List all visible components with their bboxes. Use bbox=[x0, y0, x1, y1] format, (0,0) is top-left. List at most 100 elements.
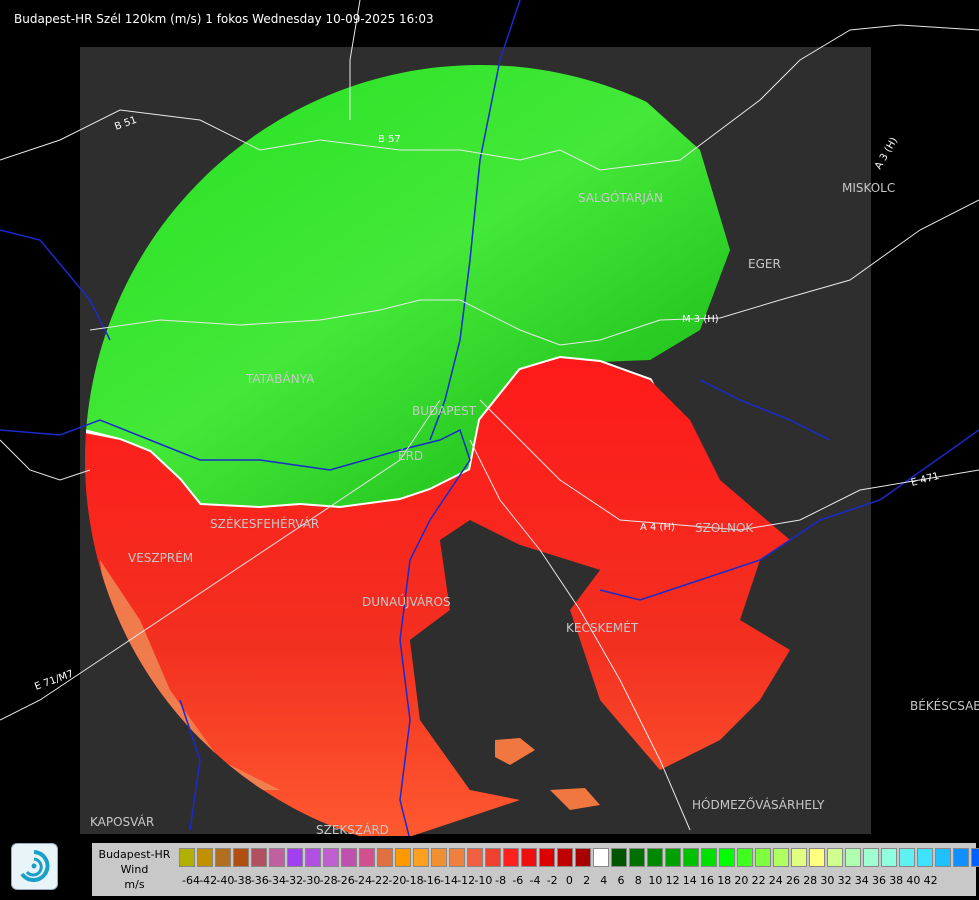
legend-tick-label: -64 bbox=[182, 874, 200, 887]
legend-tick-label: -4 bbox=[529, 874, 541, 887]
legend-swatch bbox=[665, 848, 681, 867]
legend-tick-label: 12 bbox=[665, 874, 680, 887]
legend-tick-label: 28 bbox=[803, 874, 818, 887]
legend-tick-label: -40 bbox=[216, 874, 235, 887]
legend-swatch bbox=[557, 848, 573, 867]
legend-tick-label: -30 bbox=[302, 874, 321, 887]
city-label-dunaujvaros: DUNAÚJVÁROS bbox=[362, 594, 451, 609]
legend-tick-label: 36 bbox=[872, 874, 886, 887]
legend-tick-label: -20 bbox=[388, 874, 407, 887]
city-label-miskolc: MISKOLC bbox=[842, 181, 895, 195]
legend-swatch bbox=[935, 848, 951, 867]
legend-swatch bbox=[521, 848, 537, 867]
legend-swatch bbox=[323, 848, 339, 867]
legend-tick-label: 22 bbox=[751, 874, 766, 887]
legend-tick-label: -42 bbox=[199, 874, 218, 887]
legend-tick-label: 18 bbox=[717, 874, 732, 887]
legend-tick-label: -10 bbox=[474, 874, 493, 887]
road-label-e471: E 471 bbox=[910, 471, 940, 489]
road-label-e71: E 71/M7 bbox=[33, 669, 75, 693]
legend-tick-label: 14 bbox=[682, 874, 697, 887]
legend-unit: m/s bbox=[124, 878, 145, 891]
legend-tick-label: 32 bbox=[837, 874, 852, 887]
legend-swatch bbox=[233, 848, 249, 867]
legend-tick-label: -38 bbox=[233, 874, 252, 887]
legend-swatch bbox=[881, 848, 897, 867]
city-label-kecskemet: KECSKEMÉT bbox=[566, 620, 639, 635]
legend-tick-label: 38 bbox=[889, 874, 904, 887]
legend-swatch bbox=[701, 848, 717, 867]
legend-label: Budapest-HR Wind m/s bbox=[92, 847, 177, 892]
legend-swatch bbox=[485, 848, 501, 867]
legend-tick-label: 34 bbox=[854, 874, 869, 887]
legend-swatch bbox=[413, 848, 429, 867]
city-label-bekescsaba: BÉKÉSCSABA bbox=[910, 698, 979, 713]
legend-swatch bbox=[467, 848, 483, 867]
legend-swatch bbox=[971, 848, 979, 867]
legend-tick-label: -14 bbox=[440, 874, 458, 887]
legend-tick-label: 24 bbox=[768, 874, 783, 887]
legend-swatch bbox=[359, 848, 375, 867]
legend-swatch bbox=[863, 848, 879, 867]
city-label-tatabanya: TATABÁNYA bbox=[245, 371, 315, 386]
legend-swatch bbox=[395, 848, 411, 867]
legend-swatch bbox=[755, 848, 771, 867]
legend-swatch bbox=[431, 848, 447, 867]
legend-swatch bbox=[269, 848, 285, 867]
legend-swatch bbox=[449, 848, 465, 867]
service-logo-icon bbox=[11, 843, 58, 890]
city-label-kaposvar: KAPOSVÁR bbox=[90, 814, 154, 829]
legend-tick-label: 8 bbox=[634, 874, 642, 887]
legend-tick-label: -32 bbox=[285, 874, 304, 887]
legend-tick-label: -28 bbox=[319, 874, 338, 887]
legend-swatch bbox=[179, 848, 195, 867]
legend-swatch bbox=[593, 848, 609, 867]
legend-tick-label: 4 bbox=[600, 874, 608, 887]
legend-tick-label: 10 bbox=[648, 874, 663, 887]
legend: Budapest-HR Wind m/s -64 -42 -40 -38 -36 -34-… bbox=[92, 843, 979, 896]
map-title: Budapest-HR Szél 120km (m/s) 1 fokos Wed… bbox=[14, 12, 434, 26]
legend-swatch bbox=[791, 848, 807, 867]
legend-tick-label: -2 bbox=[546, 874, 558, 887]
legend-tick-label: 26 bbox=[786, 874, 800, 887]
legend-swatch bbox=[683, 848, 699, 867]
legend-swatch bbox=[611, 848, 627, 867]
legend-swatch bbox=[899, 848, 915, 867]
legend-tick-label: -6 bbox=[512, 874, 524, 887]
legend-tick-label: -26 bbox=[336, 874, 355, 887]
legend-tick-label: 0 bbox=[565, 874, 573, 887]
legend-swatch bbox=[773, 848, 789, 867]
road-label-b57: B 57 bbox=[378, 134, 401, 145]
city-label-salgotarjan: SALGÓTARJÁN bbox=[578, 190, 663, 205]
legend-tick-label: -24 bbox=[354, 874, 372, 887]
legend-ticks: -64 -42 -40 -38 -36 -34 -32 -30 -28 -26 -24 -22 -20-… bbox=[179, 874, 979, 890]
legend-swatch bbox=[953, 848, 969, 867]
legend-tick-label: 30 bbox=[820, 874, 835, 887]
legend-swatch bbox=[917, 848, 933, 867]
legend-swatch bbox=[197, 848, 213, 867]
legend-tick-label: -12 bbox=[457, 874, 476, 887]
city-label-erd: ÉRD bbox=[398, 448, 423, 463]
radar-map: MISKOLC SALGÓTARJÁN EGER TATABÁNYA BUDAP… bbox=[0, 0, 979, 900]
legend-swatch bbox=[377, 848, 393, 867]
legend-swatch bbox=[503, 848, 519, 867]
road-label-a3: A 3 (H) bbox=[873, 136, 900, 172]
city-label-hodmezovasarhely: HÓDMEZŐVÁSÁRHELY bbox=[692, 797, 825, 812]
legend-tick-label: -36 bbox=[250, 874, 269, 887]
legend-tick-label: -16 bbox=[422, 874, 441, 887]
legend-swatch bbox=[215, 848, 231, 867]
legend-tick-label: 40 bbox=[906, 874, 921, 887]
legend-tick-label: 16 bbox=[700, 874, 714, 887]
legend-swatches bbox=[179, 848, 979, 868]
legend-swatch bbox=[647, 848, 663, 867]
legend-tick-label: -8 bbox=[495, 874, 507, 887]
legend-tick-label: -22 bbox=[371, 874, 390, 887]
legend-swatch bbox=[539, 848, 555, 867]
legend-variable: Wind bbox=[120, 863, 149, 876]
legend-swatch bbox=[251, 848, 267, 867]
legend-tick-label: -18 bbox=[405, 874, 424, 887]
legend-tick-label: 20 bbox=[734, 874, 749, 887]
legend-tick-label: 42 bbox=[923, 874, 938, 887]
legend-swatch bbox=[575, 848, 591, 867]
city-label-eger: EGER bbox=[748, 257, 781, 271]
